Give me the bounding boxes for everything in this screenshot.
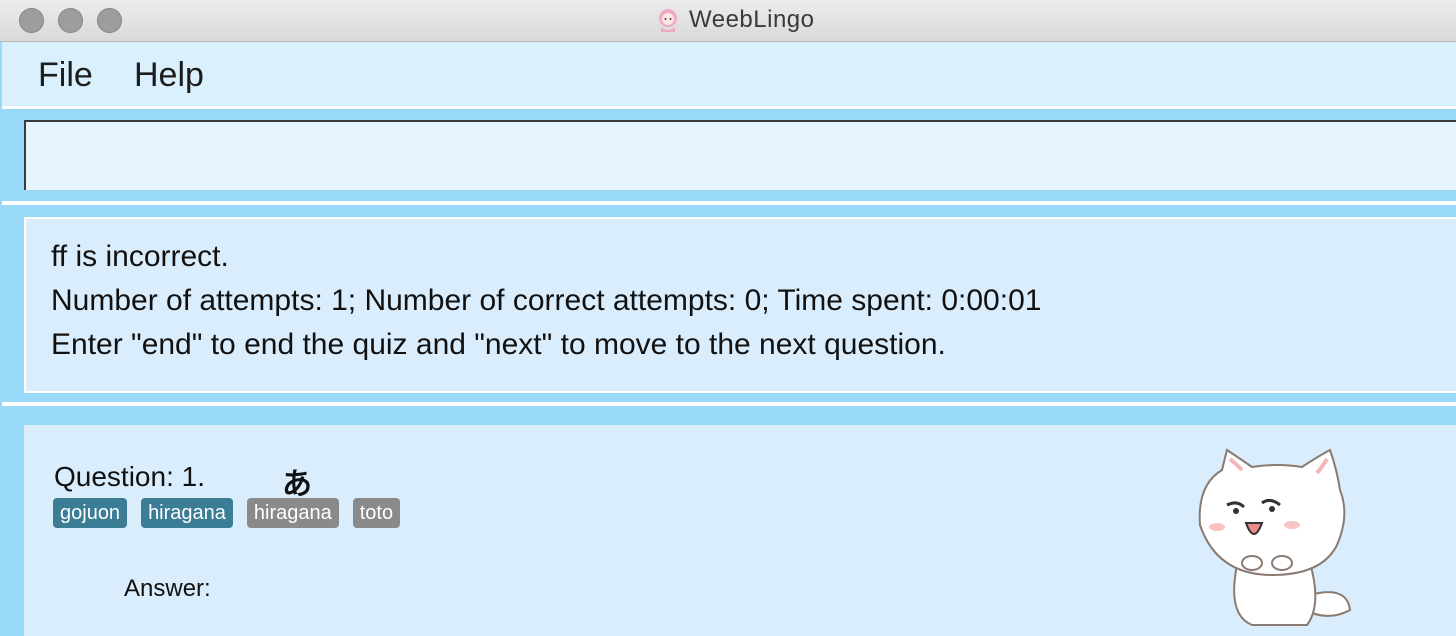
command-input[interactable] (24, 120, 1456, 190)
divider (2, 201, 1456, 205)
quiz-panel-container: Question: 1. あ gojuon hiragana hiragana … (2, 407, 1456, 636)
tag: toto (352, 498, 401, 528)
menu-help[interactable]: Help (134, 56, 204, 95)
tag: hiragana (246, 498, 339, 528)
window-title: WeebLingo (689, 6, 815, 33)
window-title-bar: WeebLingo (0, 0, 1456, 42)
answer-label: Answer: (124, 575, 211, 602)
menu-file[interactable]: File (38, 56, 93, 95)
tag: hiragana (141, 498, 233, 528)
result-line: Number of attempts: 1; Number of correct… (51, 284, 1042, 317)
result-line: Enter "end" to end the quiz and "next" t… (51, 328, 946, 361)
maximize-window-button[interactable] (97, 8, 122, 33)
minimize-window-button[interactable] (58, 8, 83, 33)
result-display: ff is incorrect. Number of attempts: 1; … (24, 217, 1456, 393)
tag: gojuon (53, 498, 128, 528)
cat-mascot-image (1198, 448, 1352, 626)
result-line: ff is incorrect. (51, 240, 229, 273)
result-display-container: ff is incorrect. Number of attempts: 1; … (2, 206, 1456, 402)
tag-list: gojuon hiragana hiragana toto (53, 498, 401, 528)
question-kana: あ (282, 468, 312, 501)
divider (2, 402, 1456, 406)
command-box-container (2, 109, 1456, 201)
anime-girl-icon (659, 9, 677, 32)
close-window-button[interactable] (19, 8, 44, 33)
quiz-card: Question: 1. あ gojuon hiragana hiragana … (24, 425, 1456, 636)
menu-bar: File Help (2, 42, 1456, 109)
question-label: Question: 1. (54, 461, 205, 492)
